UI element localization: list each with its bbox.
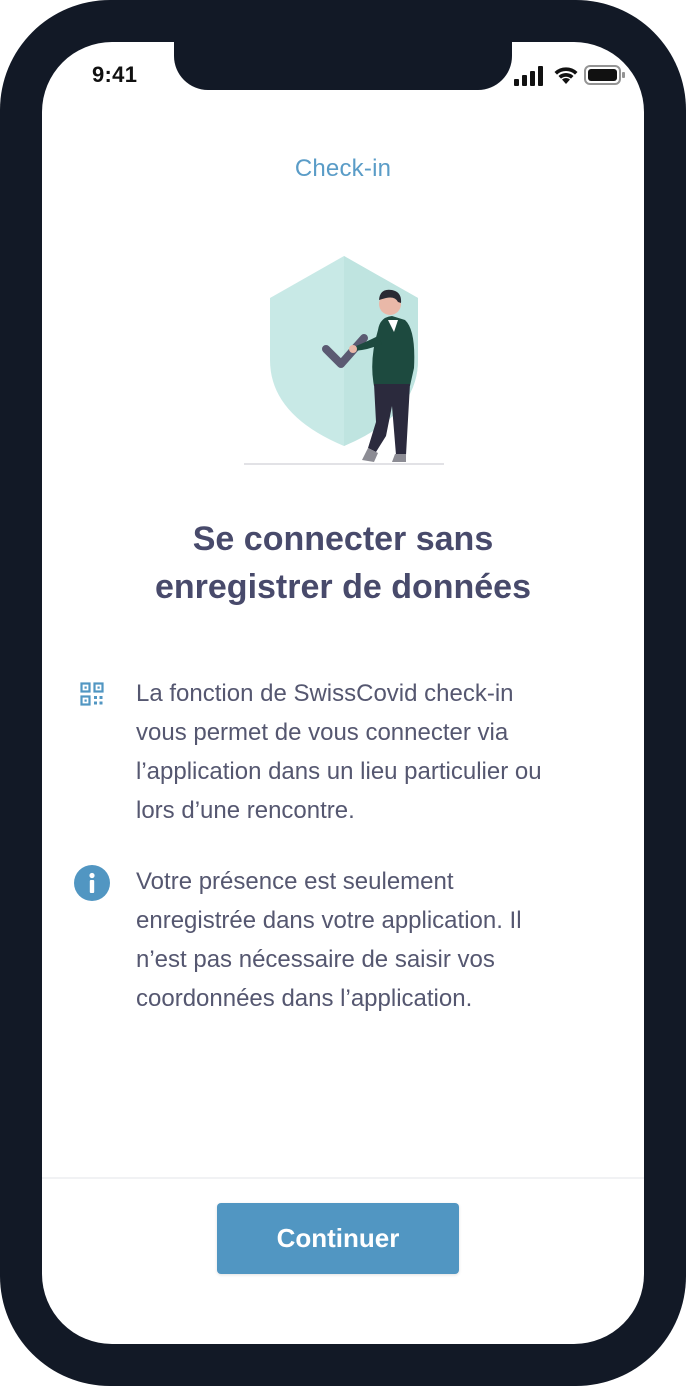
wifi-icon: [554, 67, 578, 84]
qr-code-icon: [80, 682, 104, 706]
info-text-line: n’est pas nécessaire de saisir vos: [136, 946, 495, 973]
status-time: 9:41: [92, 62, 138, 87]
info-text-line: enregistrée dans votre application. Il: [136, 907, 522, 934]
info-text-line: vous permet de vous connecter via: [136, 719, 509, 746]
battery-icon: [584, 65, 625, 85]
nav-title: Check-in: [294, 155, 392, 182]
continue-button[interactable]: Continuer: [217, 1203, 459, 1274]
headline-line-1: Se connecter sans: [192, 520, 494, 558]
device-notch: [174, 42, 512, 90]
headline-line-2: enregistrer de données: [154, 568, 531, 606]
info-text-line: Votre présence est seulement: [136, 868, 454, 895]
shield-person-illustration: [244, 256, 444, 465]
info-text-line: lors d’une rencontre.: [136, 797, 355, 824]
info-text-line: La fonction de SwissCovid check-in: [136, 680, 514, 707]
status-icons: [514, 64, 626, 86]
ground-line: [244, 463, 444, 465]
info-text-line: coordonnées dans l’application.: [136, 985, 473, 1012]
info-icon: [74, 865, 110, 901]
footer-divider: [42, 1177, 644, 1179]
info-text-line: l’application dans un lieu particulier o…: [136, 758, 542, 785]
cellular-signal-icon: [514, 66, 543, 86]
